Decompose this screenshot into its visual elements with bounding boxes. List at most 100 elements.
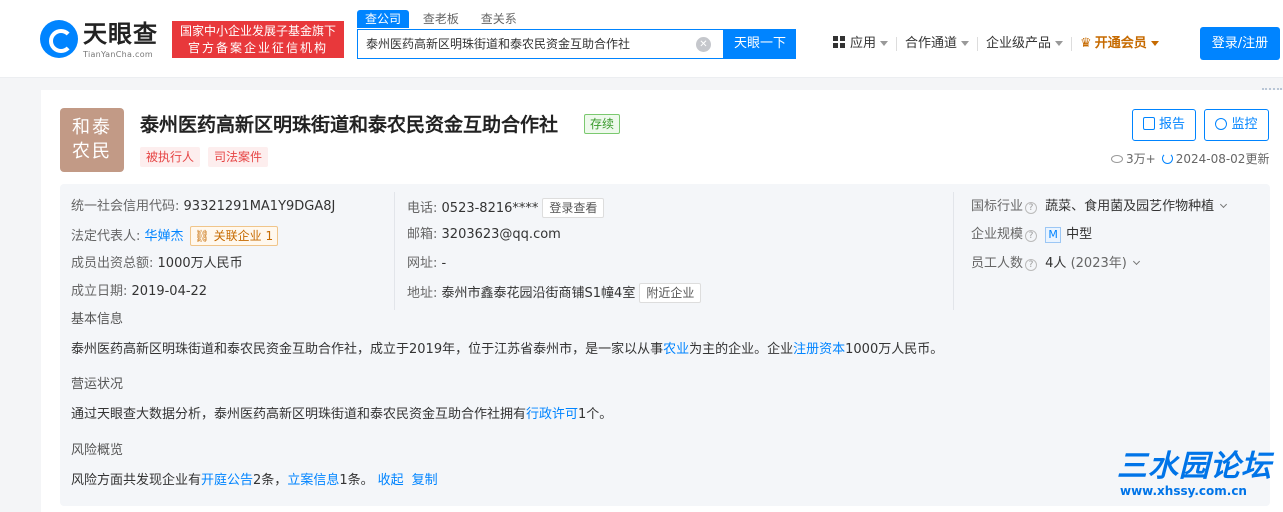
tag-executed-person[interactable]: 被执行人 <box>140 147 201 167</box>
copy-link[interactable]: 复制 <box>412 473 438 488</box>
capital-label: 成员出资总额: <box>71 256 154 271</box>
badge-line-2: 官方备案企业征信机构 <box>187 41 328 55</box>
logo-eye-icon <box>40 20 78 58</box>
operations-text: 通过天眼查大数据分析，泰州医药高新区明珠街道和泰农民资金互助合作社拥有行政许可1… <box>71 406 612 424</box>
logo-text: 天眼查 <box>83 20 158 48</box>
search-input[interactable]: 泰州医药高新区明珠街道和泰农民资金互助合作社 ✕ <box>357 29 724 59</box>
official-badge: 国家中小企业发展子基金旗下 官方备案企业征信机构 <box>172 21 344 58</box>
address-label: 地址: <box>407 286 438 301</box>
top-header: 天眼查 TianYanCha.com 国家中小企业发展子基金旗下 官方备案企业征… <box>0 0 1283 78</box>
refresh-icon[interactable] <box>1161 153 1173 164</box>
avatar-line-1: 和泰 <box>72 117 112 138</box>
website-value: - <box>441 256 447 271</box>
info-panel: 统一社会信用代码: 93321291MA1Y9DGA8J 法定代表人: 华婵杰 ⛓… <box>60 184 1270 506</box>
chevron-down-icon[interactable] <box>1220 200 1228 209</box>
scale-value: 中型 <box>1066 227 1093 242</box>
view-count: 3万+ <box>1126 152 1156 166</box>
watermark-title: 三水园论坛 <box>1117 449 1272 484</box>
column-divider <box>394 192 395 310</box>
company-name: 泰州医药高新区明珠街道和泰农民资金互助合作社 <box>140 114 559 136</box>
scale-label: 企业规模 <box>971 227 1024 242</box>
monitor-button[interactable]: 监控 <box>1204 109 1269 141</box>
risk-text-2: 2条， <box>253 473 288 488</box>
top-nav: 应用 合作通道 企业级产品 ♛ 开通会员 <box>833 34 1159 54</box>
nav-partner[interactable]: 合作通道 <box>905 34 970 54</box>
court-notice-link[interactable]: 开庭公告 <box>201 473 253 488</box>
email-value[interactable]: 3203623@qq.com <box>442 227 561 242</box>
risk-title: 风险概览 <box>71 443 124 458</box>
nav-partner-label: 合作通道 <box>905 36 958 51</box>
staff-value: 4人 <box>1045 256 1067 271</box>
credit-code-value: 93321291MA1Y9DGA8J <box>183 199 336 214</box>
phone-value: 0523-8216**** <box>441 201 539 216</box>
chevron-down-icon[interactable] <box>1132 257 1140 266</box>
basic-info-text: 泰州医药高新区明珠街道和泰农民资金互助合作社，成立于2019年，位于江苏省泰州市… <box>71 341 943 359</box>
nav-enterprise-label: 企业级产品 <box>986 36 1052 51</box>
risk-text: 风险方面共发现企业有开庭公告2条，立案信息1条。 收起 复制 <box>71 472 438 490</box>
help-icon[interactable]: ? <box>1025 259 1038 271</box>
legal-rep-label: 法定代表人: <box>71 229 141 244</box>
legal-rep-link[interactable]: 华婵杰 <box>145 229 184 244</box>
capital-value: 1000万人民币 <box>157 256 243 271</box>
site-logo[interactable]: 天眼查 TianYanCha.com <box>40 20 165 60</box>
logo-subtext: TianYanCha.com <box>83 50 153 59</box>
scale-badge: M <box>1045 227 1062 243</box>
updated-date: 2024-08-02更新 <box>1175 152 1270 166</box>
nav-divider <box>896 37 898 51</box>
nav-divider <box>977 37 979 51</box>
operations-title: 营运状况 <box>71 377 124 392</box>
address-row: 地址: 泰州市鑫泰花园沿街商铺S1幢4室 附近企业 <box>407 283 702 303</box>
related-company-button[interactable]: ⛓ 关联企业 1 <box>189 226 279 246</box>
staff-label: 员工人数 <box>971 256 1024 271</box>
report-button[interactable]: 报告 <box>1132 109 1196 141</box>
nav-vip-label: 开通会员 <box>1094 36 1147 51</box>
nav-enterprise[interactable]: 企业级产品 <box>986 34 1064 54</box>
website-row: 网址: - <box>407 255 446 273</box>
nav-apps-label: 应用 <box>850 36 877 51</box>
chevron-down-icon <box>1055 41 1064 46</box>
related-count: 1 <box>265 229 274 243</box>
help-icon[interactable]: ? <box>1025 230 1038 242</box>
collapse-link[interactable]: 收起 <box>378 473 404 488</box>
tab-relation[interactable]: 查关系 <box>473 10 525 28</box>
founded-row: 成立日期: 2019-04-22 <box>71 283 207 301</box>
staff-year: (2023年) <box>1070 256 1127 271</box>
basic-text-1: 泰州医药高新区明珠街道和泰农民资金互助合作社，成立于2019年，位于江苏省泰州市… <box>71 342 664 357</box>
nav-divider <box>1071 37 1073 51</box>
capital-row: 成员出资总额: 1000万人民币 <box>71 255 243 273</box>
nav-apps[interactable]: 应用 <box>833 34 889 54</box>
site-watermark: 三水园论坛 www.xhssy.com.cn <box>1117 450 1283 505</box>
nav-vip[interactable]: ♛ 开通会员 <box>1080 34 1159 54</box>
search-button[interactable]: 天眼一下 <box>724 29 796 59</box>
staff-row: 员工人数? 4人 (2023年) <box>971 255 1140 273</box>
email-row: 邮箱: 3203623@qq.com <box>407 226 561 244</box>
basic-text-3: 1000万人民币。 <box>845 342 944 357</box>
avatar-line-2: 农民 <box>72 141 112 162</box>
phone-label: 电话: <box>407 201 438 216</box>
founded-value: 2019-04-22 <box>131 284 208 299</box>
founded-label: 成立日期: <box>71 284 128 299</box>
status-badge: 存续 <box>584 114 621 134</box>
badge-line-1: 国家中小企业发展子基金旗下 <box>179 24 336 38</box>
tag-judicial-case[interactable]: 司法案件 <box>208 147 269 167</box>
help-icon[interactable]: ? <box>1025 202 1038 214</box>
watermark-url: www.xhssy.com.cn <box>1120 484 1247 498</box>
industry-link[interactable]: 农业 <box>663 342 689 357</box>
clear-icon[interactable]: ✕ <box>696 37 711 52</box>
basic-info-title: 基本信息 <box>71 312 124 327</box>
eye-icon <box>1111 155 1123 163</box>
login-view-button[interactable]: 登录查看 <box>542 198 605 218</box>
credit-code-label: 统一社会信用代码: <box>71 199 180 214</box>
chevron-down-icon <box>1150 41 1159 46</box>
tab-boss[interactable]: 查老板 <box>415 10 467 28</box>
tab-company[interactable]: 查公司 <box>357 10 410 28</box>
company-card: 和泰 农民 泰州医药高新区明珠街道和泰农民资金互助合作社 存续 被执行人 司法案… <box>41 90 1283 512</box>
nearby-company-button[interactable]: 附近企业 <box>639 283 702 303</box>
address-value: 泰州市鑫泰花园沿街商铺S1幢4室 <box>441 286 636 301</box>
license-link[interactable]: 行政许可 <box>526 407 578 422</box>
search-value: 泰州医药高新区明珠街道和泰农民资金互助合作社 <box>366 37 631 51</box>
capital-link[interactable]: 注册资本 <box>793 342 845 357</box>
related-label: 关联企业 <box>213 229 262 243</box>
filing-info-link[interactable]: 立案信息 <box>287 473 339 488</box>
login-button[interactable]: 登录/注册 <box>1200 27 1280 60</box>
